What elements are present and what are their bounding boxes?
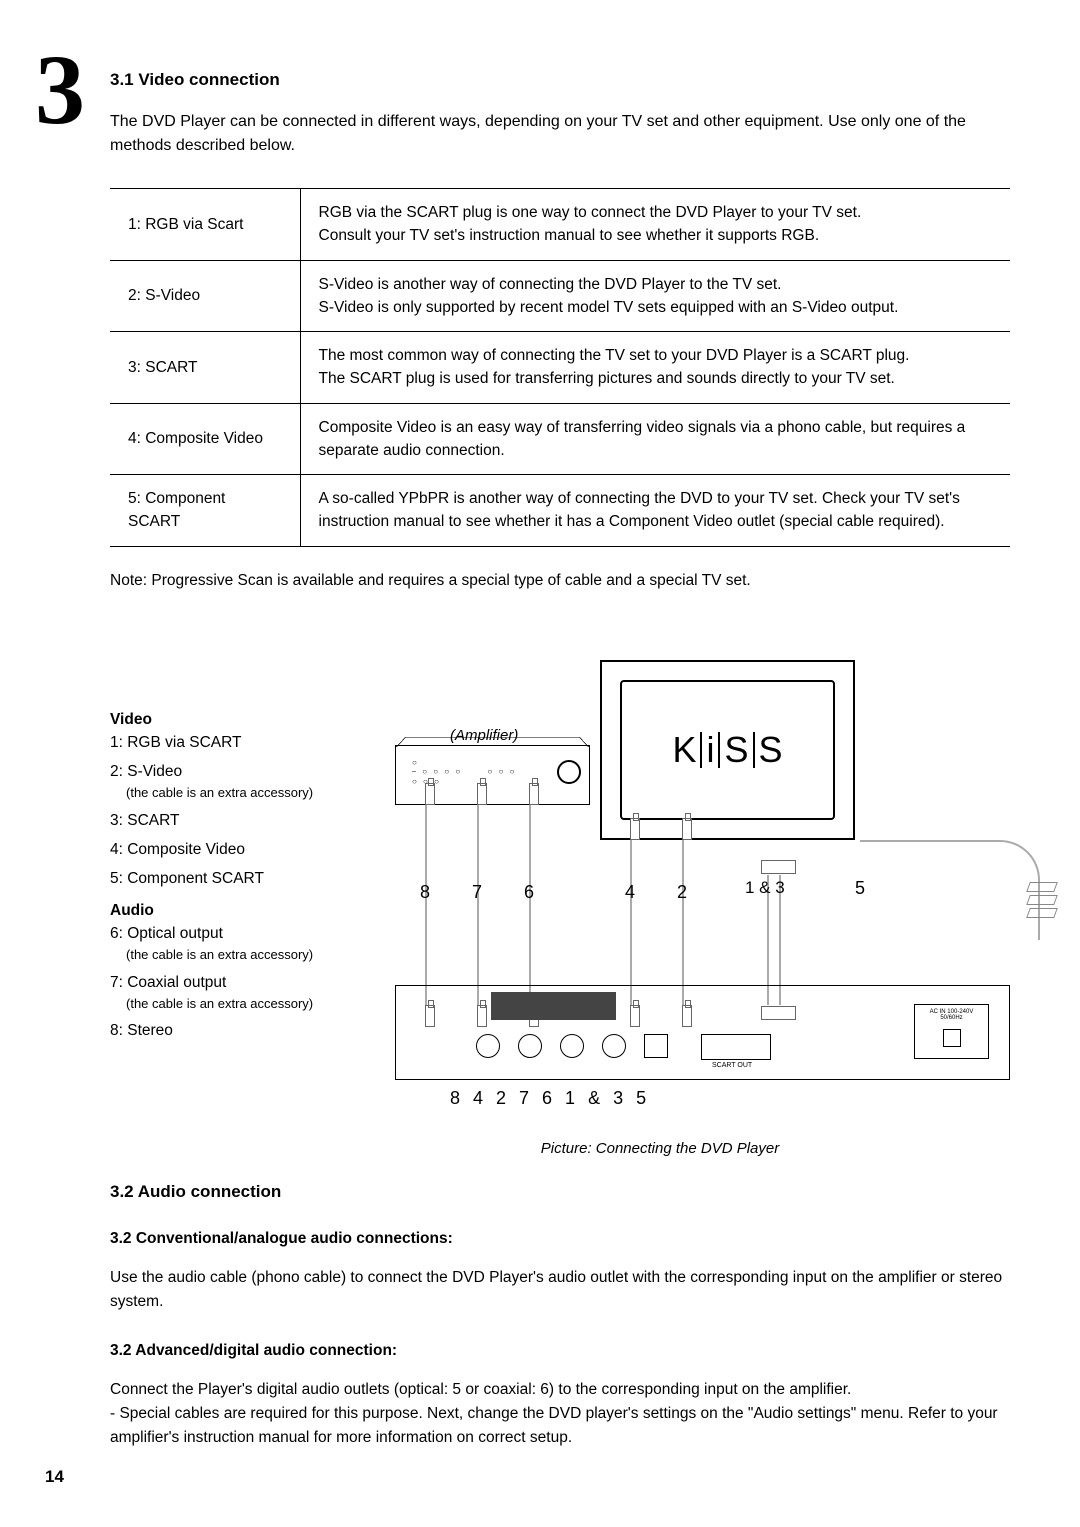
diagram-labels: Video 1: RGB via SCART 2: S-Video (the c…	[110, 650, 355, 1110]
conn-desc: The most common way of connecting the TV…	[300, 332, 1010, 404]
conn-label: 1: RGB via Scart	[110, 189, 300, 261]
dvd-back-panel-icon: SCART OUT AC IN 100-240V50/60Hz	[395, 985, 1010, 1080]
diagram-caption: Picture: Connecting the DVD Player	[310, 1140, 1010, 1157]
connection-diagram: (Amplifier) ○⎯ ○ ○ ○ ○ ○ ○ ○○ ○ ○ KiSS 8	[365, 650, 1010, 1110]
audio-heading: Audio	[110, 899, 355, 922]
sub-3-2-analogue: 3.2 Conventional/analogue audio connecti…	[110, 1230, 1010, 1248]
diagram-bottom-numbers: 8 4 2 7 6 1 & 3 5	[450, 1088, 650, 1109]
section-3-1-heading: 3.1 Video connection	[110, 70, 1010, 90]
table-row: 1: RGB via Scart RGB via the SCART plug …	[110, 189, 1010, 261]
cable-2	[682, 840, 684, 1005]
conn-label: 3: SCART	[110, 332, 300, 404]
table-row: 4: Composite Video Composite Video is an…	[110, 403, 1010, 475]
connection-table: 1: RGB via Scart RGB via the SCART plug …	[110, 188, 1010, 547]
diagram-num-1-3: 1 & 3	[745, 878, 785, 898]
label-a6: 6: Optical output	[110, 925, 223, 942]
diagram-num-6: 6	[524, 882, 534, 903]
conn-desc: A so-called YPbPR is another way of conn…	[300, 475, 1010, 547]
conn-label: 2: S-Video	[110, 260, 300, 332]
chapter-number: 3	[35, 50, 85, 130]
cable-6	[529, 805, 531, 1005]
progressive-scan-note: Note: Progressive Scan is available and …	[110, 572, 1010, 590]
cable-7	[477, 805, 479, 1005]
label-a7-note: (the cable is an extra accessory)	[126, 994, 355, 1014]
label-v5: 5: Component SCART	[110, 867, 355, 890]
conn-label: 5: Component SCART	[110, 475, 300, 547]
video-heading: Video	[110, 708, 355, 731]
diagram-num-8: 8	[420, 882, 430, 903]
label-v3: 3: SCART	[110, 809, 355, 832]
conn-desc: S-Video is another way of connecting the…	[300, 260, 1010, 332]
para-analogue: Use the audio cable (phono cable) to con…	[110, 1266, 1010, 1314]
conn-desc: RGB via the SCART plug is one way to con…	[300, 189, 1010, 261]
section-3-1-intro: The DVD Player can be connected in diffe…	[110, 110, 1010, 158]
cable-4	[630, 840, 632, 1005]
page-number: 14	[45, 1467, 64, 1487]
ypbpr-plug-icon	[1028, 882, 1058, 932]
diagram-num-4: 4	[625, 882, 635, 903]
para-digital: Connect the Player's digital audio outle…	[110, 1378, 1010, 1450]
cable-5	[860, 840, 1040, 940]
label-a7: 7: Coaxial output	[110, 974, 226, 991]
label-v2: 2: S-Video	[110, 763, 182, 780]
diagram-num-2: 2	[677, 882, 687, 903]
section-3-2-heading: 3.2 Audio connection	[110, 1182, 1010, 1202]
conn-label: 4: Composite Video	[110, 403, 300, 475]
tv-brand-label: KiSS	[620, 680, 835, 820]
diagram-num-5: 5	[855, 878, 865, 899]
label-a6-note: (the cable is an extra accessory)	[126, 945, 355, 965]
sub-3-2-digital: 3.2 Advanced/digital audio connection:	[110, 1342, 1010, 1360]
label-v2-note: (the cable is an extra accessory)	[126, 783, 355, 803]
table-row: 5: Component SCART A so-called YPbPR is …	[110, 475, 1010, 547]
label-v1: 1: RGB via SCART	[110, 731, 355, 754]
label-a8: 8: Stereo	[110, 1019, 355, 1042]
cable-8	[425, 805, 427, 1005]
label-v4: 4: Composite Video	[110, 838, 355, 861]
table-row: 2: S-Video S-Video is another way of con…	[110, 260, 1010, 332]
diagram-num-7: 7	[472, 882, 482, 903]
table-row: 3: SCART The most common way of connecti…	[110, 332, 1010, 404]
conn-desc: Composite Video is an easy way of transf…	[300, 403, 1010, 475]
